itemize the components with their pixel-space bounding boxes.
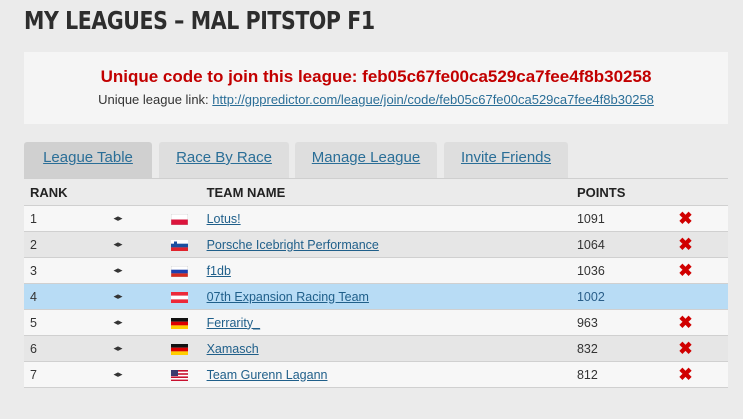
germany-flag-icon	[170, 309, 207, 336]
austria-flag-icon	[170, 283, 207, 310]
points-cell: 1002	[576, 283, 677, 310]
reorder-handle-icon[interactable]: ◂▸	[113, 361, 175, 388]
delete-icon[interactable]: ✖	[678, 314, 692, 331]
team-name-link[interactable]: 07th Expansion Racing Team	[207, 290, 369, 304]
table-header-row: RANK TEAM NAME POINTS	[24, 178, 728, 206]
points-header: POINTS	[576, 178, 677, 206]
rank-cell: 4	[24, 283, 114, 310]
table-row: 6 ◂▸ Xamasch 832 ✖	[24, 335, 728, 362]
table-row: 5 ◂▸ Ferrarity_ 963 ✖	[24, 309, 728, 336]
rank-cell: 6	[24, 335, 114, 362]
table-row: 4 ◂▸ 07th Expansion Racing Team 1002	[24, 283, 728, 310]
rank-cell: 5	[24, 309, 114, 336]
points-cell: 1091	[576, 205, 677, 232]
delete-icon[interactable]: ✖	[678, 210, 692, 227]
team-name-header: TEAM NAME	[206, 178, 577, 206]
delete-icon[interactable]: ✖	[678, 340, 692, 357]
rank-cell: 3	[24, 257, 114, 284]
team-name-link[interactable]: f1db	[207, 264, 231, 278]
league-join-link[interactable]: http://gppredictor.com/league/join/code/…	[212, 92, 654, 107]
delete-icon[interactable]: ✖	[678, 366, 692, 383]
points-cell: 963	[576, 309, 677, 336]
table-row: 1 ◂▸ Lotus! 1091 ✖	[24, 205, 728, 232]
points-cell: 812	[576, 361, 677, 388]
team-name-link[interactable]: Ferrarity_	[207, 316, 260, 330]
league-join-code: Unique code to join this league: feb05c6…	[100, 67, 652, 86]
points-cell: 1064	[576, 231, 677, 258]
league-link-label: Unique league link:	[98, 92, 209, 107]
table-row: 7 ◂▸ Team Gurenn Lagann 812 ✖	[24, 361, 728, 388]
rank-cell: 7	[24, 361, 114, 388]
team-name-link[interactable]: Xamasch	[207, 342, 259, 356]
table-row: 3 ◂▸ f1db 1036 ✖	[24, 257, 728, 284]
team-name-link[interactable]: Porsche Icebright Performance	[207, 238, 379, 252]
delete-icon[interactable]: ✖	[678, 262, 692, 279]
reorder-handle-icon[interactable]: ◂▸	[113, 283, 175, 310]
delete-icon[interactable]: ✖	[678, 236, 692, 253]
league-link-line: Unique league link: http://gppredictor.c…	[24, 92, 728, 107]
tab-race-by-race[interactable]: Race By Race	[159, 142, 289, 178]
page-title: MY LEAGUES – MAL PITSTOP F1	[24, 6, 375, 35]
poland-flag-icon	[170, 205, 207, 232]
russia-flag-icon	[170, 257, 207, 284]
reorder-handle-icon[interactable]: ◂▸	[113, 257, 175, 284]
tab-league-table[interactable]: League Table	[24, 142, 152, 178]
rank-header: RANK	[24, 178, 114, 206]
rank-cell: 2	[24, 231, 114, 258]
rank-cell: 1	[24, 205, 114, 232]
points-cell: 1036	[576, 257, 677, 284]
team-name-link[interactable]: Team Gurenn Lagann	[207, 368, 328, 382]
reorder-handle-icon[interactable]: ◂▸	[113, 335, 175, 362]
tab-manage-league[interactable]: Manage League	[295, 142, 437, 178]
table-row: 2 ◂▸ Porsche Icebright Performance 1064 ✖	[24, 231, 728, 258]
tab-invite-friends[interactable]: Invite Friends	[444, 142, 568, 178]
league-table: RANK TEAM NAME POINTS 1 ◂▸ Lotus! 1091 ✖ 2 ◂▸ P…	[24, 178, 728, 388]
slovenia-flag-icon	[170, 231, 207, 258]
reorder-handle-icon[interactable]: ◂▸	[113, 231, 175, 258]
reorder-handle-icon[interactable]: ◂▸	[113, 205, 175, 232]
germany-flag-icon	[170, 335, 207, 362]
league-code-box: Unique code to join this league: feb05c6…	[24, 52, 728, 124]
usa-flag-icon	[170, 361, 207, 388]
team-name-link[interactable]: Lotus!	[207, 212, 241, 226]
reorder-handle-icon[interactable]: ◂▸	[113, 309, 175, 336]
points-cell: 832	[576, 335, 677, 362]
